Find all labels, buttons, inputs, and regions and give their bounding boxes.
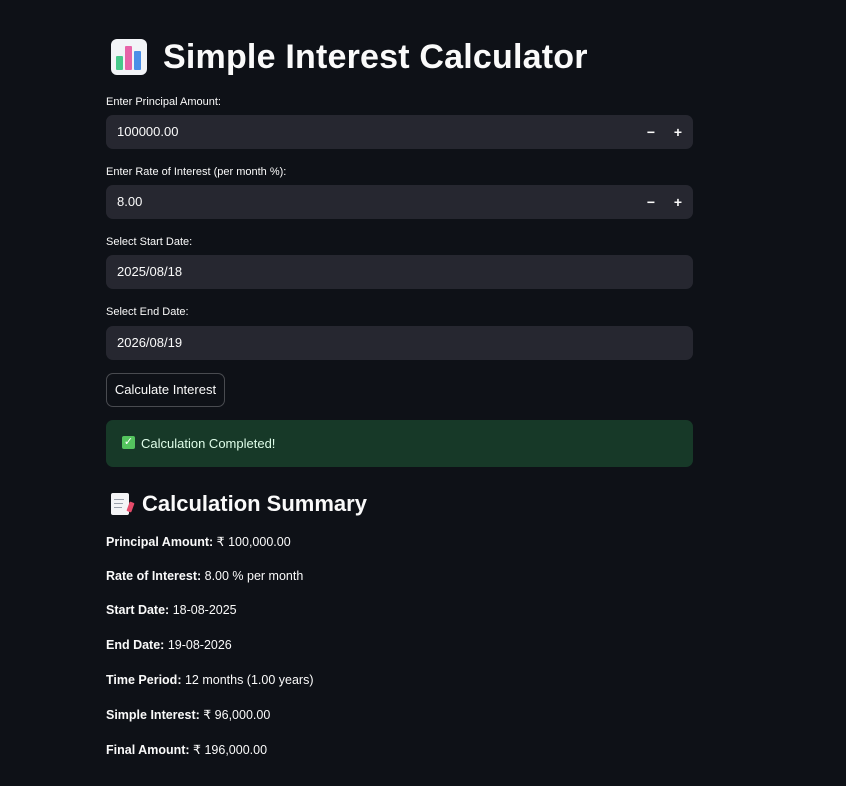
bar-chart-icon — [111, 39, 147, 75]
rate-value: 8.00 — [117, 194, 143, 209]
success-alert: ✓ Calculation Completed! — [106, 420, 693, 467]
principal-label: Enter Principal Amount: — [106, 96, 221, 108]
page-title: Simple Interest Calculator — [163, 37, 588, 76]
summary-end-date: End Date: 19-08-2026 — [106, 638, 232, 652]
principal-increment-button[interactable]: + — [665, 115, 691, 149]
principal-decrement-button[interactable]: − — [638, 115, 664, 149]
check-mark-icon: ✓ — [122, 436, 135, 449]
end-date-input[interactable]: 2026/08/19 — [106, 326, 693, 360]
principal-input[interactable]: 100000.00 − + — [106, 115, 693, 149]
start-date-label: Select Start Date: — [106, 236, 193, 248]
rate-increment-button[interactable]: + — [665, 185, 691, 219]
start-date-value: 2025/08/18 — [117, 264, 183, 279]
end-date-value: 2026/08/19 — [117, 335, 183, 350]
success-alert-text: Calculation Completed! — [141, 436, 276, 451]
rate-input[interactable]: 8.00 − + — [106, 185, 693, 219]
calculate-interest-button[interactable]: Calculate Interest — [106, 373, 225, 407]
app-root: Simple Interest Calculator Enter Princip… — [0, 0, 846, 786]
memo-icon — [111, 493, 135, 515]
start-date-input[interactable]: 2025/08/18 — [106, 255, 693, 289]
summary-title: Calculation Summary — [142, 491, 367, 516]
summary-start-date: Start Date: 18-08-2025 — [106, 603, 237, 617]
summary-principal: Principal Amount: ₹ 100,000.00 — [106, 535, 291, 549]
summary-time-period: Time Period: 12 months (1.00 years) — [106, 673, 314, 687]
summary-final-amount: Final Amount: ₹ 196,000.00 — [106, 743, 268, 757]
rate-decrement-button[interactable]: − — [638, 185, 664, 219]
rate-label: Enter Rate of Interest (per month %): — [106, 166, 287, 178]
summary-simple-interest: Simple Interest: ₹ 96,000.00 — [106, 708, 271, 722]
summary-rate: Rate of Interest: 8.00 % per month — [106, 569, 304, 583]
principal-value: 100000.00 — [117, 124, 179, 139]
end-date-label: Select End Date: — [106, 306, 189, 318]
summary-header: Calculation Summary — [111, 491, 367, 517]
page-header: Simple Interest Calculator — [111, 36, 588, 78]
